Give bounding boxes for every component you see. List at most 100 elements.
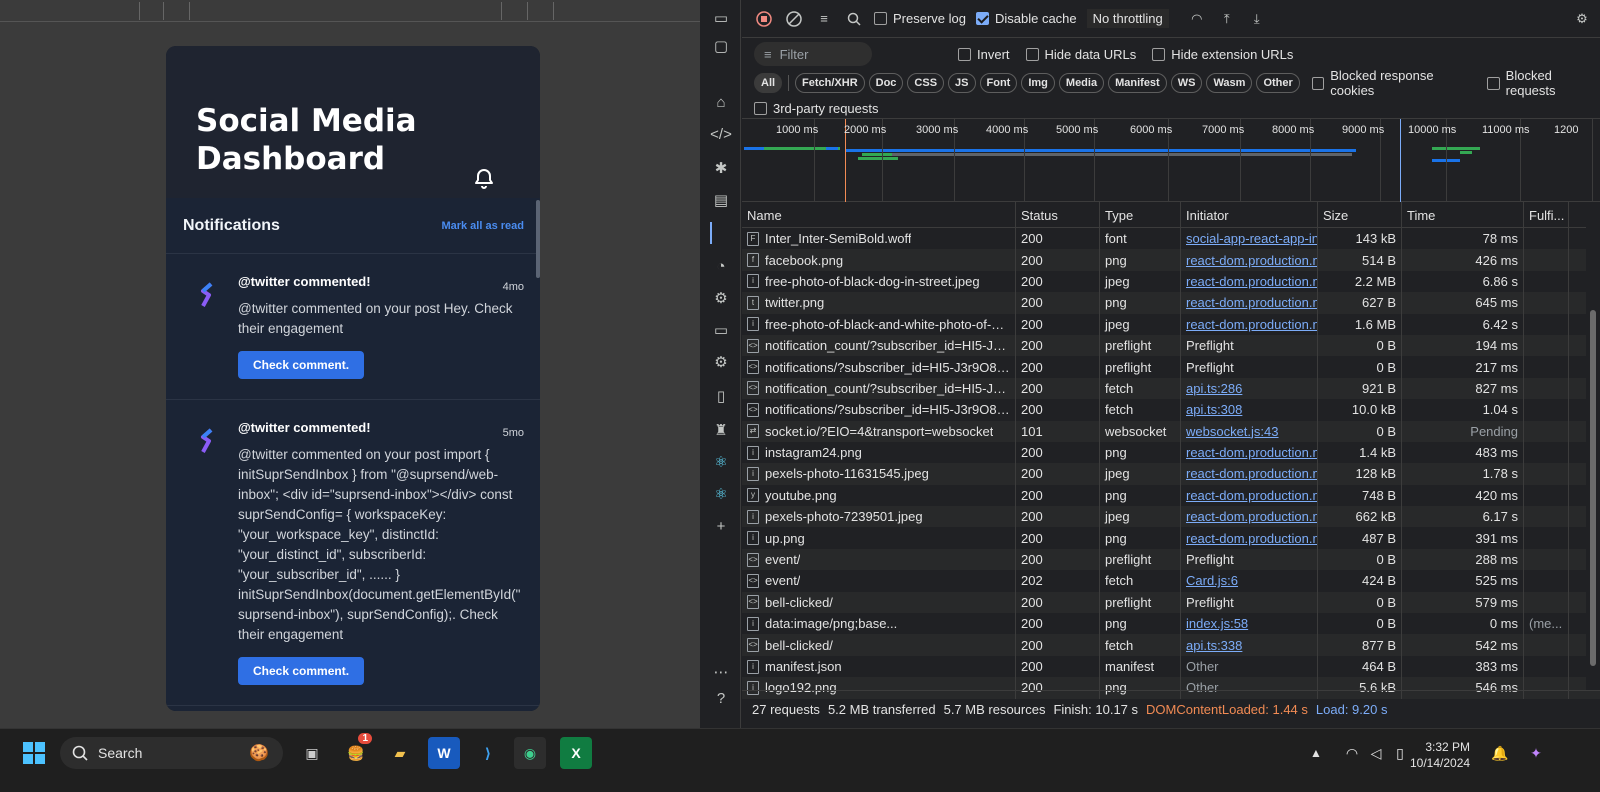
cell-initiator[interactable]: Card.js:6: [1181, 570, 1318, 592]
cell-initiator[interactable]: react-dom.production.m: [1181, 292, 1318, 314]
table-row[interactable]: F Inter_Inter-SemiBold.woff 200 font social-…: [742, 228, 1600, 250]
taskbar-clock[interactable]: 3:32 PM 10/14/2024: [1410, 739, 1470, 771]
type-filter-fetch[interactable]: Fetch/XHR: [795, 73, 865, 93]
help-icon[interactable]: ?: [710, 688, 732, 710]
cell-initiator[interactable]: react-dom.production.m: [1181, 313, 1318, 335]
network-settings-gear-icon[interactable]: ⚙: [1572, 9, 1592, 29]
column-type[interactable]: Type: [1100, 202, 1181, 227]
widgets-icon[interactable]: 🍔 1: [340, 733, 372, 769]
column-fulfilled[interactable]: Fulfi...: [1524, 202, 1569, 227]
cell-initiator[interactable]: react-dom.production.m: [1181, 506, 1318, 528]
table-row[interactable]: i free-photo-of-black-dog-in-street.jpeg 2…: [742, 270, 1600, 293]
react-components-icon[interactable]: ⚛: [710, 452, 732, 474]
table-scrollbar[interactable]: [1586, 202, 1600, 690]
filter-settings-icon[interactable]: ≡: [814, 9, 834, 29]
table-row[interactable]: i free-photo-of-black-and-white-photo-of-…: [742, 313, 1600, 335]
application-icon[interactable]: ▭: [710, 320, 732, 342]
copilot-icon[interactable]: ✦: [1520, 737, 1552, 769]
network-overview-timeline[interactable]: 1000 ms 2000 ms 3000 ms 4000 ms 5000 ms 6000 …: [742, 118, 1600, 203]
network-conditions-icon[interactable]: ◠: [1187, 9, 1207, 29]
preserve-log-checkbox[interactable]: Preserve log: [874, 11, 966, 26]
table-row[interactable]: <> notification_count/?subscriber_id=HI5-…: [742, 334, 1600, 357]
cell-initiator[interactable]: api.ts:308: [1181, 399, 1318, 421]
table-row[interactable]: t twitter.png 200 png react-dom.production.m…: [742, 292, 1600, 314]
type-filter-img[interactable]: Img: [1021, 73, 1055, 93]
blocked-requests-checkbox[interactable]: Blocked requests: [1487, 68, 1600, 98]
performance-icon[interactable]: ◔: [710, 256, 732, 278]
cell-initiator[interactable]: index.js:58: [1181, 613, 1318, 635]
column-status[interactable]: Status: [1016, 202, 1100, 227]
check-comment-button[interactable]: Check comment.: [238, 657, 365, 685]
type-filter-media[interactable]: Media: [1058, 73, 1105, 93]
table-row[interactable]: <> notifications/?subscriber_id=HI5-J3r9O…: [742, 399, 1600, 421]
file-explorer-icon[interactable]: ▰: [384, 737, 416, 769]
mark-all-read-button[interactable]: Mark all as read: [441, 220, 524, 232]
excel-icon[interactable]: X: [560, 737, 592, 769]
cell-initiator[interactable]: social-app-react-app-inb: [1181, 228, 1318, 250]
type-filter-ws[interactable]: WS: [1170, 73, 1203, 93]
column-time[interactable]: Time: [1402, 202, 1524, 227]
type-filter-js[interactable]: JS: [948, 73, 976, 93]
type-filter-css[interactable]: CSS: [907, 73, 945, 93]
elements-icon[interactable]: </>: [710, 124, 732, 146]
search-icon[interactable]: [844, 9, 864, 29]
table-row[interactable]: <> event/202 fetch Card.js:6 424 B 525 ms: [742, 570, 1600, 592]
hide-data-urls-checkbox[interactable]: Hide data URLs: [1025, 47, 1136, 62]
network-icon[interactable]: [710, 222, 732, 244]
column-size[interactable]: Size: [1318, 202, 1402, 227]
check-comment-button[interactable]: Check comment.: [238, 351, 365, 379]
cell-initiator[interactable]: react-dom.production.m: [1181, 463, 1318, 485]
vscode-icon[interactable]: ⟩: [472, 737, 504, 769]
react-profiler-icon[interactable]: ⚛: [710, 484, 732, 506]
hide-extension-urls-checkbox[interactable]: Hide extension URLs: [1152, 47, 1293, 62]
bell-icon[interactable]: [472, 167, 496, 191]
start-windows-icon[interactable]: [18, 737, 50, 769]
settings-gear-icon[interactable]: ⚙: [710, 352, 732, 374]
type-filter-all[interactable]: All: [754, 73, 783, 93]
type-filter-manifest[interactable]: Manifest: [1108, 73, 1167, 93]
third-party-checkbox[interactable]: 3rd-party requests: [754, 101, 879, 116]
disable-cache-checkbox[interactable]: Disable cache: [975, 11, 1077, 26]
table-row[interactable]: i data:image/png;base... 200 png index.js:58…: [742, 613, 1600, 635]
blocked-response-cookies-checkbox[interactable]: Blocked response cookies: [1311, 68, 1473, 98]
table-row[interactable]: i instagram24.png 200 png react-dom.producti…: [742, 441, 1600, 464]
type-filter-doc[interactable]: Doc: [868, 73, 904, 93]
recorder-icon[interactable]: ▯: [710, 386, 732, 408]
table-row[interactable]: i pexels-photo-11631545.jpeg 200 jpeg react-…: [742, 463, 1600, 485]
table-row[interactable]: ⇄ socket.io/?EIO=4&transport=websocket 101…: [742, 420, 1600, 442]
task-view-icon[interactable]: ▣: [296, 737, 328, 769]
memory-icon[interactable]: ⚙: [710, 288, 732, 310]
table-row[interactable]: f facebook.png 200 png react-dom.production.…: [742, 249, 1600, 271]
table-row[interactable]: <> bell-clicked/200 preflight Preflight 0 B5…: [742, 591, 1600, 614]
dock-icon[interactable]: ▢: [710, 36, 732, 58]
cell-initiator[interactable]: react-dom.production.m: [1181, 249, 1318, 271]
cell-initiator[interactable]: react-dom.production.m: [1181, 270, 1318, 293]
column-name[interactable]: Name: [742, 202, 1016, 227]
cell-initiator[interactable]: websocket.js:43: [1181, 420, 1318, 442]
notification-bell-icon[interactable]: 🔔: [1484, 737, 1516, 769]
more-options-icon[interactable]: ⋯: [710, 662, 732, 684]
word-icon[interactable]: W: [428, 737, 460, 769]
invert-checkbox[interactable]: Invert: [958, 47, 1010, 62]
clear-icon[interactable]: [784, 9, 804, 29]
type-filter-wasm[interactable]: Wasm: [1206, 73, 1253, 93]
export-har-icon[interactable]: ⤓: [1247, 9, 1267, 29]
throttling-select[interactable]: No throttling: [1086, 9, 1169, 28]
type-filter-font[interactable]: Font: [979, 73, 1018, 93]
import-har-icon[interactable]: ⤒: [1217, 9, 1237, 29]
console-icon[interactable]: ▤: [710, 190, 732, 212]
cell-initiator[interactable]: react-dom.production.m: [1181, 527, 1318, 549]
table-row[interactable]: y youtube.png 200 png react-dom.production.m…: [742, 484, 1600, 507]
home-icon[interactable]: ⌂: [710, 92, 732, 114]
lighthouse-icon[interactable]: ♜: [710, 420, 732, 442]
edge-browser-icon[interactable]: ◉: [514, 737, 546, 769]
table-row[interactable]: <> notifications/?subscriber_id=HI5-J3r9O…: [742, 356, 1600, 378]
cell-initiator[interactable]: react-dom.production.m: [1181, 484, 1318, 507]
table-row[interactable]: <> notification_count/?subscriber_id=HI5-…: [742, 377, 1600, 400]
device-toggle-icon[interactable]: ▭: [710, 8, 732, 30]
record-stop-icon[interactable]: [754, 9, 774, 29]
cell-initiator[interactable]: api.ts:338: [1181, 634, 1318, 656]
table-row[interactable]: i manifest.json 200 manifest Other 464 B 383 m…: [742, 655, 1600, 678]
more-tools-plus-icon[interactable]: +: [710, 516, 732, 538]
taskbar-search[interactable]: Search 🍪: [60, 737, 283, 769]
